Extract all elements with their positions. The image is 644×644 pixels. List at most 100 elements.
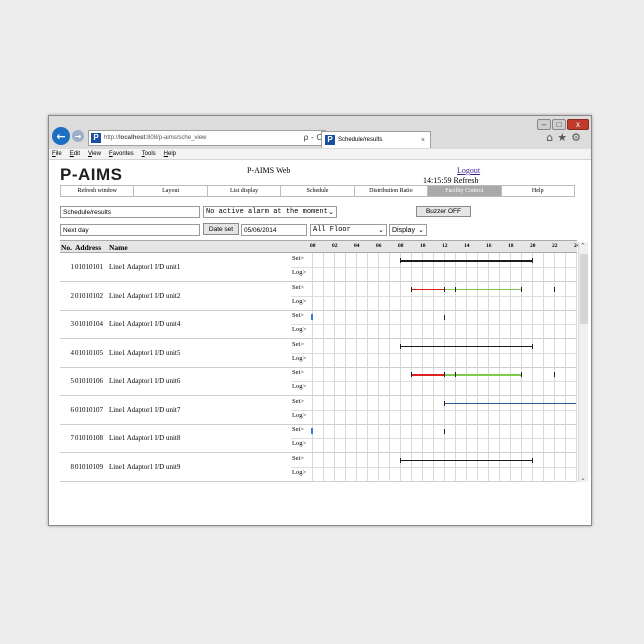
menu-tools[interactable]: Tools [142, 151, 156, 157]
set-link[interactable]: Set> [292, 255, 304, 262]
back-icon[interactable]: ← [52, 127, 70, 145]
schedule-start-tick [400, 258, 401, 263]
grid-line [378, 338, 379, 368]
set-link[interactable]: Set> [292, 369, 304, 376]
set-link[interactable]: Set> [292, 341, 304, 348]
menu-edit[interactable]: Edit [70, 151, 80, 157]
logout-link[interactable]: Logout [457, 166, 480, 175]
log-link[interactable]: Log> [292, 326, 306, 333]
grid-line [400, 310, 401, 339]
timeline-grid[interactable] [312, 338, 577, 368]
floor-select[interactable]: All Floor ⌄ [310, 224, 387, 236]
nav-help[interactable]: Help [501, 186, 574, 196]
grid-line [323, 310, 324, 339]
menu-file[interactable]: File [52, 151, 62, 157]
nav-list-display[interactable]: List display [207, 186, 282, 196]
nav-refresh-window[interactable]: Refresh window [61, 186, 135, 196]
tab-close-icon[interactable]: × [421, 137, 425, 144]
timeline-grid[interactable] [311, 424, 577, 453]
set-link[interactable]: Set> [292, 426, 304, 433]
grid-line [576, 481, 577, 482]
table-row[interactable]: 901010110Line1 Adaptor1 I/D unit10Set>Lo… [60, 481, 577, 482]
address-search-refresh-icon[interactable]: ρ - C [303, 133, 322, 142]
grid-line [411, 395, 412, 425]
table-row[interactable]: 2 01010102 Line1 Adaptor1 I/D unit2 Set> Log… [60, 281, 577, 311]
nav-layout[interactable]: Layout [134, 186, 208, 196]
set-link[interactable]: Set> [292, 455, 304, 462]
table-row[interactable]: 8 01010109 Line1 Adaptor1 I/D unit9 Set> Log… [60, 452, 577, 482]
log-link[interactable]: Log> [292, 298, 306, 305]
grid-line [389, 395, 390, 425]
grid-line [378, 424, 379, 453]
home-favorites-settings-icon[interactable]: ⌂★⚙ [546, 131, 585, 144]
menu-help[interactable]: Help [164, 151, 176, 157]
table-row[interactable]: 5 01010106 Line1 Adaptor1 I/D unit6 Set> Log… [60, 367, 577, 396]
log-link[interactable]: Log> [292, 469, 306, 476]
maximize-button[interactable]: □ [552, 119, 566, 130]
timeline-grid[interactable] [312, 452, 577, 482]
nav-facility-control[interactable]: Facility Control [428, 186, 502, 196]
menu-bar: File Edit View Favorites Tools Help [49, 149, 591, 160]
grid-line [510, 338, 511, 368]
minimize-button[interactable]: – [537, 119, 551, 130]
table-row[interactable]: 1 01010101 Line1 Adaptor1 I/D unit1 Set> Log… [60, 253, 577, 282]
grid-line [444, 253, 445, 282]
table-row[interactable]: 7 01010108 Line1 Adaptor1 I/D unit8 Set> Log… [60, 424, 577, 453]
timeline-grid[interactable] [312, 395, 577, 425]
alarm-select[interactable]: No active alarm at the moment ⌄ [203, 206, 337, 218]
grid-line [499, 281, 500, 311]
date-set-button[interactable]: Date set [203, 223, 239, 235]
menu-view[interactable]: View [88, 151, 101, 157]
grid-line [466, 367, 467, 396]
table-row[interactable]: 3 01010104 Line1 Adaptor1 I/D unit4 Set> Log… [60, 310, 577, 339]
set-link[interactable]: Set> [292, 398, 304, 405]
log-link[interactable]: Log> [292, 269, 306, 276]
hour-label-02: 02 [332, 243, 338, 249]
set-link[interactable]: Set> [292, 284, 304, 291]
nav-distribution-ratio[interactable]: Distribution Ratio [354, 186, 429, 196]
grid-line [411, 481, 412, 482]
menu-favorites[interactable]: Favorites [109, 151, 134, 157]
nav-schedule[interactable]: Schedule [281, 186, 355, 196]
log-link[interactable]: Log> [292, 412, 306, 419]
buzzer-off-button[interactable]: Buzzer OFF [416, 206, 471, 217]
grid-line [367, 338, 368, 368]
set-link[interactable]: Set> [292, 312, 304, 319]
schedule-bar [400, 459, 532, 461]
display-select[interactable]: Display ⌄ [389, 224, 427, 236]
grid-line [477, 395, 478, 425]
grid-line [455, 310, 456, 339]
grid-line [323, 452, 324, 482]
schedule-bar [400, 345, 532, 347]
day-field[interactable]: Next day [60, 224, 200, 236]
vertical-scrollbar[interactable]: ⌃ ⌄ [578, 242, 588, 482]
timeline-grid[interactable] [312, 481, 577, 482]
grid-line [499, 367, 500, 396]
grid-line [400, 424, 401, 453]
grid-line [455, 253, 456, 282]
address-bar[interactable]: P http://localhost:808/p-aims/sche_view … [88, 130, 326, 146]
log-link[interactable]: Log> [292, 383, 306, 390]
grid-line [422, 367, 423, 396]
scroll-down-icon[interactable]: ⌄ [580, 474, 586, 482]
grid-line [499, 481, 500, 482]
tab-schedule-results[interactable]: P Schedule/results × [321, 131, 431, 148]
scroll-up-icon[interactable]: ⌃ [580, 242, 586, 250]
forward-icon[interactable]: → [72, 130, 84, 142]
grid-line [334, 395, 335, 425]
table-row[interactable]: 6 01010107 Line1 Adaptor1 I/D unit7 Set> Log… [60, 395, 577, 425]
grid-line [323, 395, 324, 425]
timeline-grid[interactable] [312, 367, 577, 396]
row-address: 01010102 [75, 291, 103, 300]
table-row[interactable]: 4 01010105 Line1 Adaptor1 I/D unit5 Set> Log… [60, 338, 577, 368]
date-input[interactable]: 05/06/2014 [241, 224, 307, 236]
timeline-grid[interactable] [311, 310, 577, 339]
log-link[interactable]: Log> [292, 355, 306, 362]
scrollbar-thumb[interactable] [580, 254, 588, 324]
timeline-grid[interactable] [312, 281, 577, 311]
log-link[interactable]: Log> [292, 440, 306, 447]
clock-refresh[interactable]: 14:15:59 Refresh [423, 176, 478, 185]
grid-line [312, 452, 313, 482]
timeline-grid[interactable] [312, 253, 577, 282]
close-window-button[interactable]: x [567, 119, 589, 130]
